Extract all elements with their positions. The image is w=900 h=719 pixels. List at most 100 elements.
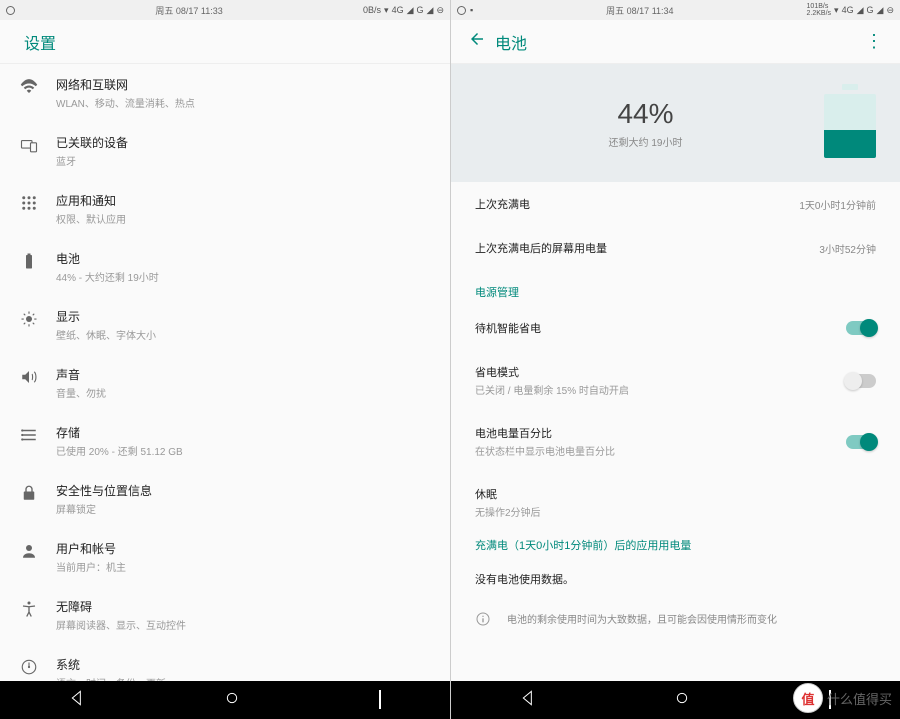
toggle-on[interactable] (846, 321, 876, 335)
battery-percent: 44% (471, 98, 820, 130)
row-value: 1天0小时1分钟前 (799, 197, 876, 212)
row-label: 上次充满电 (475, 196, 799, 212)
battery-icon-large (820, 88, 880, 158)
status-bar: ▪ 周五 08/17 11:34 101B/s2.2KB/s ▾ 4G ◢ G … (451, 0, 900, 20)
row-label: 上次充满电后的屏幕用电量 (475, 240, 819, 256)
section-power-mgmt: 电源管理 (451, 270, 900, 306)
circle-icon (457, 6, 466, 15)
devices-icon (20, 134, 56, 159)
item-subtitle: 当前用户：机主 (56, 559, 434, 574)
settings-list[interactable]: 网络和互联网WLAN、移动、流量消耗、热点已关联的设备蓝牙应用和通知权限、默认应… (0, 64, 450, 681)
nav-back[interactable] (69, 690, 85, 711)
status-bar: 周五 08/17 11:33 0B/s ▾ 4G ◢ G ◢ ⊖ (0, 0, 450, 20)
more-icon[interactable]: ⋮ (864, 31, 884, 52)
item-subtitle: WLAN、移动、流量消耗、热点 (56, 95, 434, 110)
settings-item-storage[interactable]: 存储已使用 20% - 还剩 51.12 GB (0, 412, 450, 470)
item-title: 显示 (56, 308, 434, 325)
nav-home[interactable] (224, 690, 240, 711)
toggle-on[interactable] (846, 435, 876, 449)
item-title: 网络和互联网 (56, 76, 434, 93)
status-time: 11:33 (201, 6, 223, 16)
status-date: 周五 08/17 (606, 6, 649, 16)
nav-home[interactable] (674, 690, 690, 711)
page-title: 设置 (24, 30, 56, 54)
item-title: 无障碍 (56, 598, 434, 615)
apps-icon (20, 192, 56, 217)
info-row: 电池的剩余使用时间为大致数据，且可能会因使用情形而变化 (451, 601, 900, 642)
users-icon (20, 540, 56, 565)
signal-icon: ◢ (407, 5, 414, 16)
back-button[interactable] (467, 30, 487, 53)
row-label: 电池电量百分比 (475, 425, 846, 441)
settings-item-display[interactable]: 显示壁纸、休眠、字体大小 (0, 296, 450, 354)
info-icon (475, 611, 491, 632)
battery-stat-row[interactable]: 上次充满电1天0小时1分钟前 (451, 182, 900, 226)
item-title: 用户和帐号 (56, 540, 434, 557)
app-bar: 设置 (0, 20, 450, 64)
power-row-save-mode[interactable]: 省电模式已关闭 / 电量剩余 15% 时自动开启 (451, 350, 900, 411)
circle-icon (6, 6, 15, 15)
network-icon (20, 76, 56, 101)
row-label: 待机智能省电 (475, 320, 846, 336)
nav-back[interactable] (520, 690, 536, 711)
settings-screen: 周五 08/17 11:33 0B/s ▾ 4G ◢ G ◢ ⊖ 设置 网络和互… (0, 0, 450, 719)
settings-item-accessibility[interactable]: 无障碍屏幕阅读器、显示、互动控件 (0, 586, 450, 644)
item-subtitle: 已使用 20% - 还剩 51.12 GB (56, 443, 434, 458)
settings-item-apps[interactable]: 应用和通知权限、默认应用 (0, 180, 450, 238)
accessibility-icon (20, 598, 56, 623)
item-subtitle: 权限、默认应用 (56, 211, 434, 226)
security-icon (20, 482, 56, 507)
item-subtitle: 壁纸、休眠、字体大小 (56, 327, 434, 342)
watermark-badge: 值 (793, 683, 823, 713)
watermark: 值 什么值得买 (793, 683, 892, 713)
settings-item-battery[interactable]: 电池 44% - 大约还剩 19小时 (0, 238, 450, 296)
wifi-icon: ▾ (834, 5, 839, 16)
battery-screen: ▪ 周五 08/17 11:34 101B/s2.2KB/s ▾ 4G ◢ G … (450, 0, 900, 719)
item-title: 声音 (56, 366, 434, 383)
power-row-sleep[interactable]: 休眠无操作2分钟后 (451, 472, 900, 533)
status-indicators: 101B/s2.2KB/s ▾ 4G ◢ G ◢ ⊖ (807, 3, 894, 17)
nav-recent[interactable] (379, 691, 381, 709)
settings-item-devices[interactable]: 已关联的设备蓝牙 (0, 122, 450, 180)
settings-item-network[interactable]: 网络和互联网 WLAN、移动、流量消耗、热点 (0, 64, 450, 122)
item-subtitle: 屏幕锁定 (56, 501, 434, 516)
settings-item-sound[interactable]: 声音音量、勿扰 (0, 354, 450, 412)
row-sub: 在状态栏中显示电池电量百分比 (475, 443, 846, 458)
battery-hero[interactable]: 44% 还剩大约 19小时 (451, 64, 900, 182)
system-icon (20, 656, 56, 681)
power-row-battery-percent[interactable]: 电池电量百分比在状态栏中显示电池电量百分比 (451, 411, 900, 472)
battery-content[interactable]: 44% 还剩大约 19小时 上次充满电1天0小时1分钟前上次充满电后的屏幕用电量… (451, 64, 900, 681)
signal-icon: ◢ (857, 5, 864, 16)
watermark-text: 什么值得买 (827, 689, 892, 708)
row-label: 省电模式 (475, 364, 846, 380)
battery-remaining: 还剩大约 19小时 (471, 134, 820, 149)
signal-icon: ◢ (877, 5, 884, 16)
sound-icon (20, 366, 56, 391)
toggle-off[interactable] (846, 374, 876, 388)
item-subtitle: 44% - 大约还剩 19小时 (56, 269, 434, 284)
status-time: 11:34 (652, 6, 674, 16)
row-label: 休眠 (475, 486, 876, 502)
row-value: 3小时52分钟 (819, 241, 876, 256)
settings-item-security[interactable]: 安全性与位置信息屏幕锁定 (0, 470, 450, 528)
settings-item-system[interactable]: 系统语言、时间、备份、更新 (0, 644, 450, 681)
settings-item-users[interactable]: 用户和帐号当前用户：机主 (0, 528, 450, 586)
item-subtitle: 蓝牙 (56, 153, 434, 168)
item-title: 存储 (56, 424, 434, 441)
page-title: 电池 (495, 30, 527, 54)
app-bar: 电池 ⋮ (451, 20, 900, 64)
battery-icon: ⊖ (886, 5, 894, 16)
no-battery-data: 没有电池使用数据。 (475, 571, 876, 587)
status-indicators: 0B/s ▾ 4G ◢ G ◢ ⊖ (363, 5, 444, 16)
battery-icon (20, 250, 56, 275)
signal-icon: ◢ (427, 5, 434, 16)
android-navbar (0, 681, 450, 719)
power-row-standby-save[interactable]: 待机智能省电 (451, 306, 900, 350)
item-title: 电池 (56, 250, 434, 267)
item-subtitle: 音量、勿扰 (56, 385, 434, 400)
item-subtitle: 屏幕阅读器、显示、互动控件 (56, 617, 434, 632)
battery-stat-row[interactable]: 上次充满电后的屏幕用电量3小时52分钟 (451, 226, 900, 270)
item-title: 已关联的设备 (56, 134, 434, 151)
status-date: 周五 08/17 (155, 6, 198, 16)
row-sub: 无操作2分钟后 (475, 504, 876, 519)
